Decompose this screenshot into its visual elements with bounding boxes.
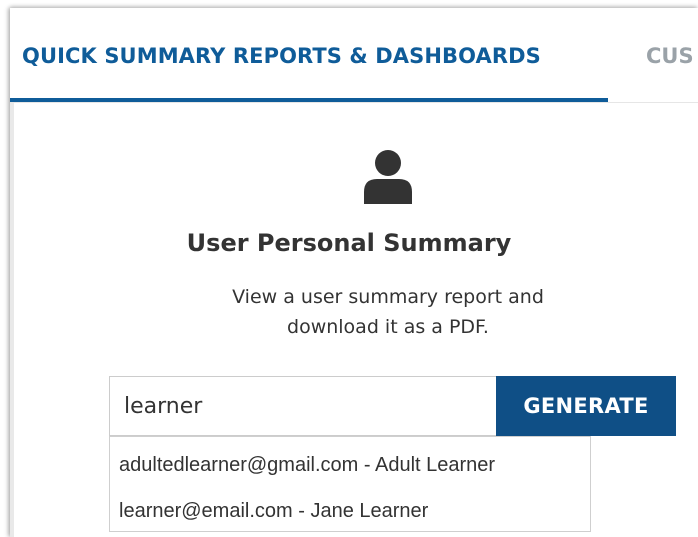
suggestion-dropdown: adultedlearner@gmail.com - Adult Learner… (109, 436, 591, 532)
tab-bar: QUICK SUMMARY REPORTS & DASHBOARDS CUS (10, 8, 698, 103)
card-title: User Personal Summary (186, 229, 512, 257)
card-description: View a user summary report and download … (232, 286, 544, 338)
tab-quick-summary[interactable]: QUICK SUMMARY REPORTS & DASHBOARDS (10, 8, 608, 102)
user-icon (364, 150, 412, 204)
tab-custom-label[interactable]: CUS (646, 44, 694, 68)
user-search-input[interactable] (109, 376, 497, 436)
suggestion-item[interactable]: adultedlearner@gmail.com - Adult Learner (119, 454, 495, 477)
suggestion-item[interactable]: learner@email.com - Jane Learner (119, 500, 428, 523)
tab-quick-summary-label: QUICK SUMMARY REPORTS & DASHBOARDS (22, 44, 541, 68)
generate-button[interactable]: GENERATE (496, 376, 676, 436)
